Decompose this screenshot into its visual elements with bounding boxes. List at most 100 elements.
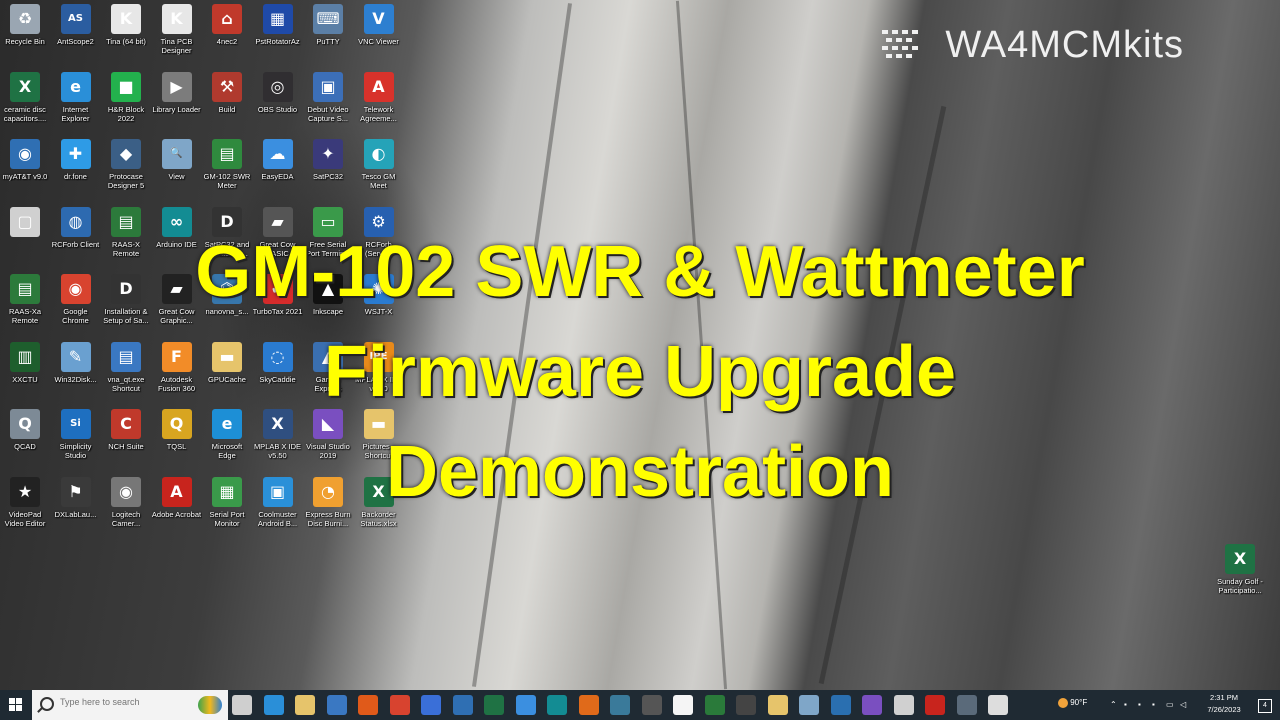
video-title-overlay: GM-102 SWR & Wattmeter Firmware Upgrade … — [0, 222, 1280, 522]
desktop-icon-label: AntScope2 — [57, 37, 94, 46]
save-icon[interactable] — [956, 695, 977, 715]
desktop-icon[interactable]: ✦ SatPC32 — [303, 137, 353, 205]
edge-taskbar-icon[interactable] — [263, 695, 284, 715]
tower-icon: ⌂ — [212, 4, 242, 34]
app-icon[interactable] — [610, 695, 630, 715]
settings-icon[interactable] — [988, 695, 1008, 715]
desktop-icon[interactable]: ▦ PstRotatorAz — [253, 2, 303, 70]
weather-widget[interactable]: 90°F — [1058, 698, 1087, 708]
outlook-taskbar-icon[interactable] — [452, 695, 473, 715]
pdf-icon: A — [363, 71, 394, 102]
app-icon[interactable] — [893, 695, 914, 715]
desktop-icon[interactable]: ▶ Library Loader — [152, 70, 202, 138]
vnc-icon: V — [363, 4, 394, 34]
build-icon: ⚒ — [212, 71, 242, 102]
taskbar-search-box[interactable] — [32, 690, 228, 720]
desktop-icon[interactable]: ◉ myAT&T v9.0 — [0, 137, 50, 205]
desktop-icon[interactable]: ◐ Tesco GM Meet — [354, 137, 404, 205]
notepad-icon[interactable] — [673, 695, 693, 715]
desktop-icon[interactable]: X Sunday Golf - Participatio... — [1215, 542, 1265, 610]
desktop-icon[interactable]: Xceramic disc capacitors.... — [0, 70, 50, 138]
desktop-icon[interactable]: V VNC Viewer — [354, 2, 404, 70]
excel-taskbar-icon[interactable] — [484, 695, 504, 715]
desktop-icon[interactable]: K Tina PCB Designer — [152, 2, 202, 70]
desktop-icon-label: Build — [218, 104, 236, 114]
app-icon[interactable] — [358, 695, 378, 715]
network-icon[interactable]: ▭ — [1166, 700, 1176, 710]
easyeda-icon: ☁ — [262, 139, 293, 169]
messenger-icon[interactable] — [421, 695, 441, 715]
view-icon: 🔍 — [161, 139, 192, 169]
desktop-icon[interactable]: ■ H&R Block 2022 — [101, 70, 151, 138]
desktop-icon[interactable]: e Internet Explorer — [51, 70, 101, 138]
desktop-icon[interactable]: ▣ Debut Video Capture S... — [303, 70, 353, 138]
desktop-icon-label: Library Loader — [152, 104, 201, 114]
meet-icon: ◐ — [363, 139, 394, 169]
volume-icon[interactable]: ◁ — [1180, 700, 1190, 710]
sun-icon — [1058, 698, 1068, 708]
desktop-icon[interactable]: AS AntScope2 — [51, 2, 101, 70]
search-input[interactable] — [58, 696, 182, 708]
desktop-icon[interactable]: ☁ EasyEDA — [253, 137, 303, 205]
desktop-icon-label: Internet Explorer — [61, 104, 90, 123]
taskbar-clock[interactable]: 2:31 PM 7/26/2023 — [1196, 692, 1252, 716]
visual-studio-taskbar-icon[interactable] — [862, 695, 882, 715]
search-highlight-icon[interactable] — [198, 696, 222, 714]
file-explorer-icon[interactable] — [295, 695, 315, 715]
desktop-icon[interactable]: ♻ Recycle Bin — [0, 2, 50, 70]
desktop-icon-label: PstRotatorAz — [255, 37, 300, 46]
desktop-icon-label: Tina (64 bit) — [106, 37, 146, 46]
att-icon: ◉ — [10, 139, 40, 169]
app-icon[interactable] — [641, 695, 662, 715]
desktop-icon-label: Tesco GM Meet — [361, 172, 396, 190]
desktop-icon[interactable]: ◎ OBS Studio — [253, 70, 303, 138]
desktop-icon-label: SatPC32 — [312, 172, 344, 181]
desktop-icon[interactable]: ◆ Protocase Designer 5 — [101, 137, 151, 205]
gm102-icon: ▤ — [212, 139, 242, 169]
desktop-icon[interactable]: A Telework Agreeme... — [354, 70, 404, 138]
desktop-icon-label: ceramic disc capacitors.... — [3, 104, 47, 123]
library-loader-icon: ▶ — [161, 71, 192, 102]
help-icon[interactable] — [704, 695, 725, 715]
tray-app-icon[interactable]: ▪ — [1138, 700, 1148, 710]
desktop-icon-label: View — [168, 172, 185, 181]
arduino-taskbar-icon[interactable] — [547, 695, 567, 715]
binoculars-icon[interactable] — [799, 695, 819, 715]
easyeda-taskbar-icon[interactable] — [515, 695, 536, 715]
chevron-up-icon[interactable]: ⌃ — [1110, 700, 1120, 710]
desktop-icon[interactable]: ⚒ Build — [202, 70, 252, 138]
tina-pcb-icon: K — [161, 4, 192, 34]
app-icon[interactable] — [830, 695, 851, 715]
weather-temperature: 90°F — [1070, 698, 1088, 708]
start-button[interactable] — [0, 690, 32, 720]
tray-app-icon[interactable]: ▪ — [1124, 700, 1134, 710]
desktop-icon[interactable]: K Tina (64 bit) — [101, 2, 151, 70]
desktop-icon-label: VNC Viewer — [358, 37, 399, 46]
desktop-icon[interactable]: 🔍 View — [152, 137, 202, 205]
outlook-icon[interactable] — [326, 695, 347, 715]
photos-icon[interactable] — [767, 695, 788, 715]
desktop-icon-label: Debut Video Capture S... — [307, 104, 349, 123]
excel-icon: X — [10, 71, 40, 102]
task-view-icon[interactable] — [232, 695, 252, 715]
app-icon[interactable] — [736, 695, 756, 715]
desktop-icon[interactable]: ⌨ PuTTY — [303, 2, 353, 70]
chrome-taskbar-icon[interactable] — [389, 695, 410, 715]
notifications-button[interactable]: 4 — [1258, 699, 1272, 713]
desktop-icon-label: myAT&T v9.0 — [2, 172, 48, 181]
tray-app-icon[interactable]: ▪ — [1152, 700, 1162, 710]
desktop-icon[interactable]: ▤ GM-102 SWR Meter — [202, 137, 252, 205]
obs-icon: ◎ — [262, 71, 293, 102]
brand-watermark: WA4MCMkits — [945, 24, 1184, 66]
title-line-2: Firmware Upgrade — [323, 332, 957, 412]
drfone-icon: ✚ — [60, 139, 91, 169]
desktop-icon[interactable]: ⌂ 4nec2 — [202, 2, 252, 70]
app-icon[interactable] — [578, 695, 599, 715]
desktop-icon-label: Telework Agreeme... — [360, 104, 397, 123]
rotator-icon: ▦ — [262, 4, 293, 34]
desktop-icon-label: Recycle Bin — [5, 37, 45, 46]
desktop-icon-label: Sunday Golf - Participatio... — [1217, 577, 1263, 595]
search-icon — [40, 697, 54, 711]
desktop-icon[interactable]: ✚ dr.fone — [51, 137, 101, 205]
acrobat-taskbar-icon[interactable] — [925, 695, 945, 715]
